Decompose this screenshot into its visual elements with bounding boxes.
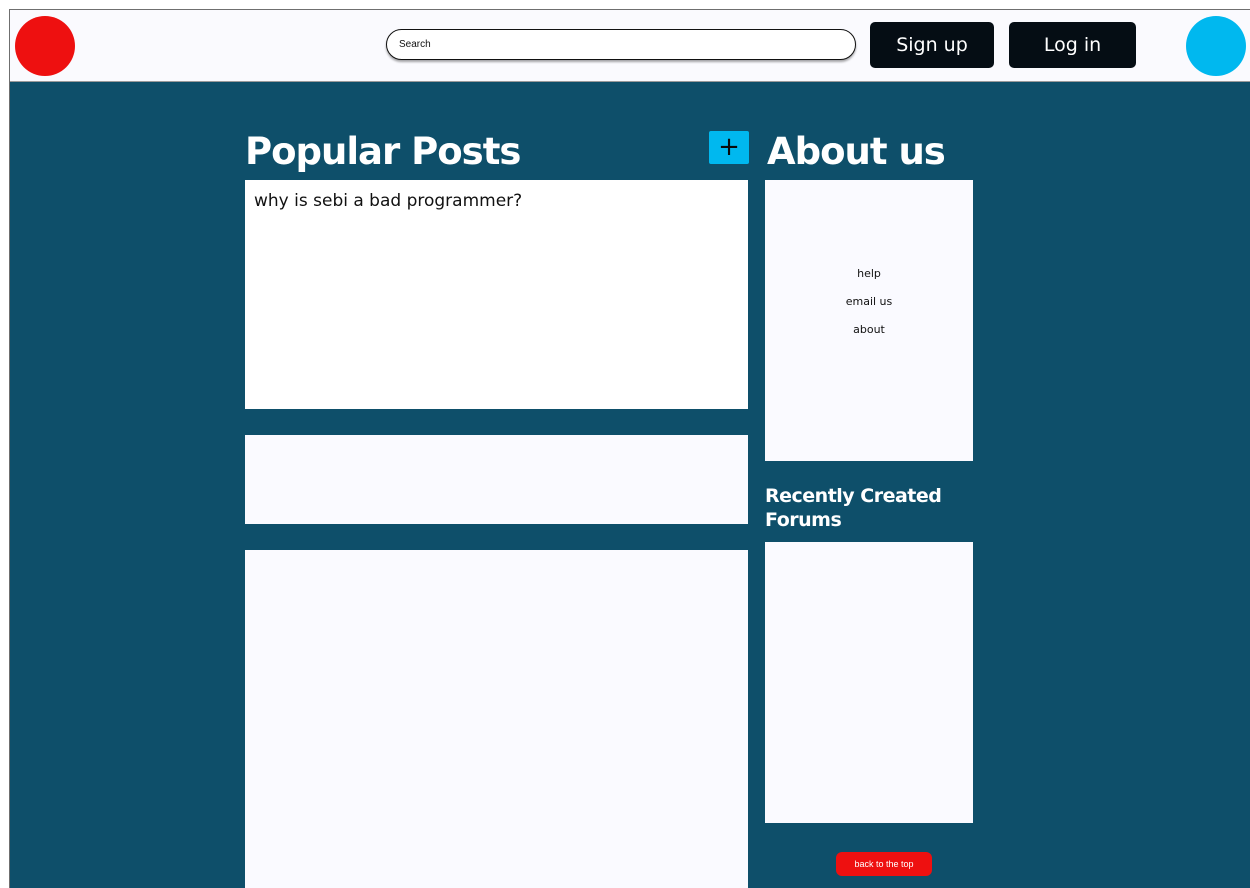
- page-frame: Sign up Log in Popular Posts + why is se…: [9, 9, 1250, 888]
- about-us-panel: help email us about: [765, 180, 973, 461]
- login-button[interactable]: Log in: [1009, 22, 1136, 68]
- recent-forums-title: Recently Created Forums: [765, 485, 942, 531]
- top-navbar: Sign up Log in: [10, 10, 1250, 82]
- popular-posts-title: Popular Posts: [245, 130, 521, 173]
- search-input[interactable]: [399, 36, 839, 53]
- post-card[interactable]: why is sebi a bad programmer?: [245, 180, 748, 409]
- about-link[interactable]: about: [853, 322, 885, 338]
- about-links-list: help email us about: [765, 266, 973, 338]
- help-link[interactable]: help: [857, 266, 881, 282]
- about-us-title: About us: [767, 130, 946, 173]
- signup-button[interactable]: Sign up: [870, 22, 994, 68]
- post-card[interactable]: [245, 550, 748, 888]
- email-us-link[interactable]: email us: [846, 294, 893, 310]
- search-bar[interactable]: [386, 29, 856, 60]
- site-logo[interactable]: [15, 16, 75, 76]
- post-card[interactable]: [245, 435, 748, 524]
- add-post-button[interactable]: +: [709, 131, 749, 164]
- back-to-top-button[interactable]: back to the top: [836, 852, 932, 876]
- post-title: why is sebi a bad programmer?: [254, 191, 523, 211]
- recent-forums-panel: [765, 542, 973, 823]
- profile-avatar[interactable]: [1186, 16, 1246, 76]
